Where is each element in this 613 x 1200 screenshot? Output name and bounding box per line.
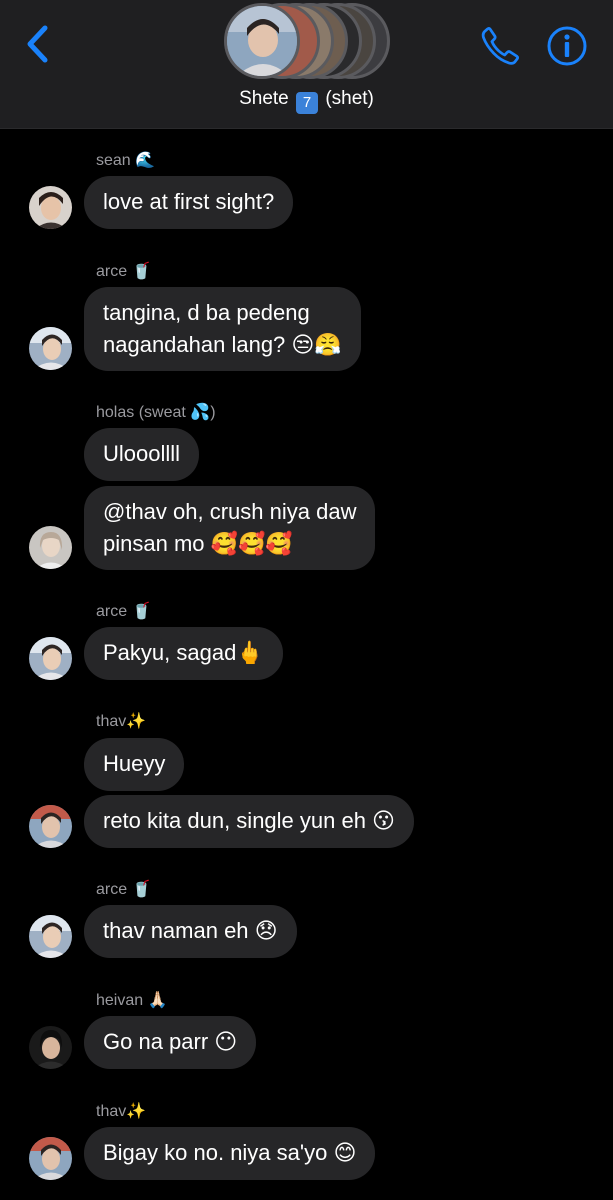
avatar-thav[interactable]	[29, 1137, 72, 1180]
message-bubble[interactable]: Hueyy	[84, 738, 185, 791]
sender-name: sean 🌊	[96, 152, 156, 169]
group-nickname: (shet)	[325, 88, 374, 109]
message-text: Pakyu, sagad🖕	[103, 640, 264, 665]
message-text: reto kita dun, single yun eh 😗	[103, 808, 395, 833]
message-bubble[interactable]: @thav oh, crush niya daw pinsan mo 🥰🥰🥰	[84, 486, 376, 570]
group-avatar-stack[interactable]	[224, 3, 390, 79]
sender-name: arce 🥤	[96, 603, 152, 620]
info-button[interactable]	[545, 24, 589, 68]
sender-name: arce 🥤	[96, 881, 152, 898]
phone-icon	[481, 27, 519, 65]
message-text-line: tangina, d ba pedeng	[103, 300, 310, 325]
sender-name: holas (sweat 💦)	[96, 404, 216, 421]
message-bubble[interactable]: Pakyu, sagad🖕	[84, 627, 283, 680]
message-bubble[interactable]: Go na parr 😶	[84, 1016, 257, 1069]
sender-name: thav✨	[96, 1103, 147, 1120]
message-bubble[interactable]: Bigay ko no. niya sa'yo 😊	[84, 1127, 376, 1180]
avatar-arce[interactable]	[29, 327, 72, 370]
avatar-holas[interactable]	[29, 526, 72, 569]
member-avatar	[224, 3, 300, 79]
message-text-line: nagandahan lang? 😒😤	[103, 332, 342, 357]
avatar-heivan[interactable]	[29, 1026, 72, 1069]
message-bubble[interactable]: tangina, d ba pedeng nagandahan lang? 😒😤	[84, 287, 361, 371]
group-title[interactable]: Shete 7 (shet)	[0, 88, 613, 114]
avatar-arce[interactable]	[29, 915, 72, 958]
info-icon	[547, 26, 587, 66]
call-button[interactable]	[478, 24, 522, 68]
sender-name: heivan 🙏🏻	[96, 992, 168, 1009]
group-name: Shete	[239, 88, 289, 109]
message-text: Go na parr 😶	[103, 1029, 238, 1054]
message-text: love at first sight?	[103, 189, 275, 214]
message-text: Hueyy	[103, 751, 166, 776]
avatar-thav[interactable]	[29, 805, 72, 848]
message-bubble[interactable]: reto kita dun, single yun eh 😗	[84, 795, 414, 848]
chat-header: Shete 7 (shet)	[0, 0, 613, 129]
message-text-line: @thav oh, crush niya daw	[103, 499, 357, 524]
message-bubble[interactable]: Ulooollll	[84, 428, 200, 481]
avatar-arce[interactable]	[29, 637, 72, 680]
sender-name: thav✨	[96, 713, 147, 730]
chevron-left-icon	[27, 25, 48, 63]
keycap-number-badge: 7	[296, 92, 319, 114]
message-text: Bigay ko no. niya sa'yo 😊	[103, 1140, 357, 1165]
message-text: Ulooollll	[103, 441, 181, 466]
avatar-sean[interactable]	[29, 186, 72, 229]
message-text: thav naman eh 😞	[103, 918, 278, 943]
message-bubble[interactable]: love at first sight?	[84, 176, 294, 229]
back-button[interactable]	[18, 22, 58, 66]
message-text-line: pinsan mo 🥰🥰🥰	[103, 531, 293, 556]
message-bubble[interactable]: thav naman eh 😞	[84, 905, 297, 958]
sender-name: arce 🥤	[96, 263, 152, 280]
